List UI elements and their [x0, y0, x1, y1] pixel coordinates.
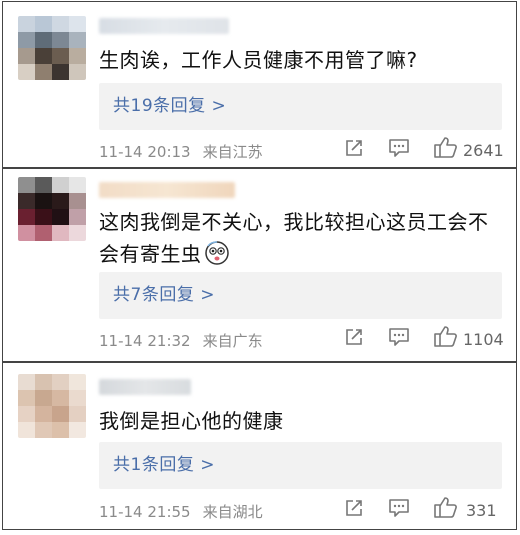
- username-blurred[interactable]: [99, 18, 229, 34]
- view-replies-button[interactable]: 共7条回复 >: [99, 272, 502, 319]
- comment-time: 11-14 21:32: [99, 332, 191, 350]
- comment-icon[interactable]: [388, 138, 410, 158]
- view-replies-button[interactable]: 共1条回复 >: [99, 442, 502, 489]
- comment-icon[interactable]: [388, 498, 410, 518]
- username-blurred[interactable]: [99, 379, 191, 395]
- comment-meta: 11-14 20:13 来自江苏: [99, 141, 263, 162]
- avatar[interactable]: [18, 16, 86, 80]
- comment-location: 来自广东: [202, 332, 263, 350]
- view-replies-button[interactable]: 共19条回复 >: [99, 83, 502, 130]
- comment-location: 来自江苏: [202, 143, 263, 161]
- like-count: 1104: [463, 330, 504, 349]
- comment-location: 来自湖北: [202, 503, 263, 521]
- comment-card: 生肉诶，工作人员健康不用管了嘛? 共19条回复 > 11-14 20:13 来自江…: [2, 1, 517, 168]
- comment-meta: 11-14 21:55 来自湖北: [99, 501, 263, 522]
- comment-card: 这肉我倒是不关心，我比较担心这员工会不会有寄生虫 共7条回复 > 11-14 2…: [2, 168, 517, 362]
- comment-text: 生肉诶，工作人员健康不用管了嘛?: [99, 48, 418, 72]
- comment-time: 11-14 21:55: [99, 503, 191, 521]
- username-blurred[interactable]: [99, 182, 235, 198]
- comment-text-content: 这肉我倒是不关心，我比较担心这员工会不会有寄生虫: [99, 210, 489, 266]
- comment-meta: 11-14 21:32 来自广东: [99, 330, 263, 351]
- share-icon[interactable]: [344, 327, 364, 347]
- comment-card: 我倒是担心他的健康 共1条回复 > 11-14 21:55 来自湖北 331: [2, 362, 517, 530]
- share-icon[interactable]: [344, 498, 364, 518]
- thumbs-up-icon[interactable]: [433, 325, 457, 347]
- like-count: 2641: [463, 141, 504, 160]
- thumbs-up-icon[interactable]: [433, 496, 457, 518]
- like-count: 331: [466, 501, 497, 520]
- comment-icon[interactable]: [388, 327, 410, 347]
- thumbs-up-icon[interactable]: [433, 136, 457, 158]
- avatar[interactable]: [18, 177, 86, 241]
- scared-emoji-icon: [204, 240, 230, 266]
- avatar[interactable]: [18, 374, 86, 438]
- comment-text: 这肉我倒是不关心，我比较担心这员工会不会有寄生虫: [99, 206, 496, 270]
- comment-text: 我倒是担心他的健康: [99, 409, 284, 433]
- share-icon[interactable]: [344, 138, 364, 158]
- comment-time: 11-14 20:13: [99, 143, 191, 161]
